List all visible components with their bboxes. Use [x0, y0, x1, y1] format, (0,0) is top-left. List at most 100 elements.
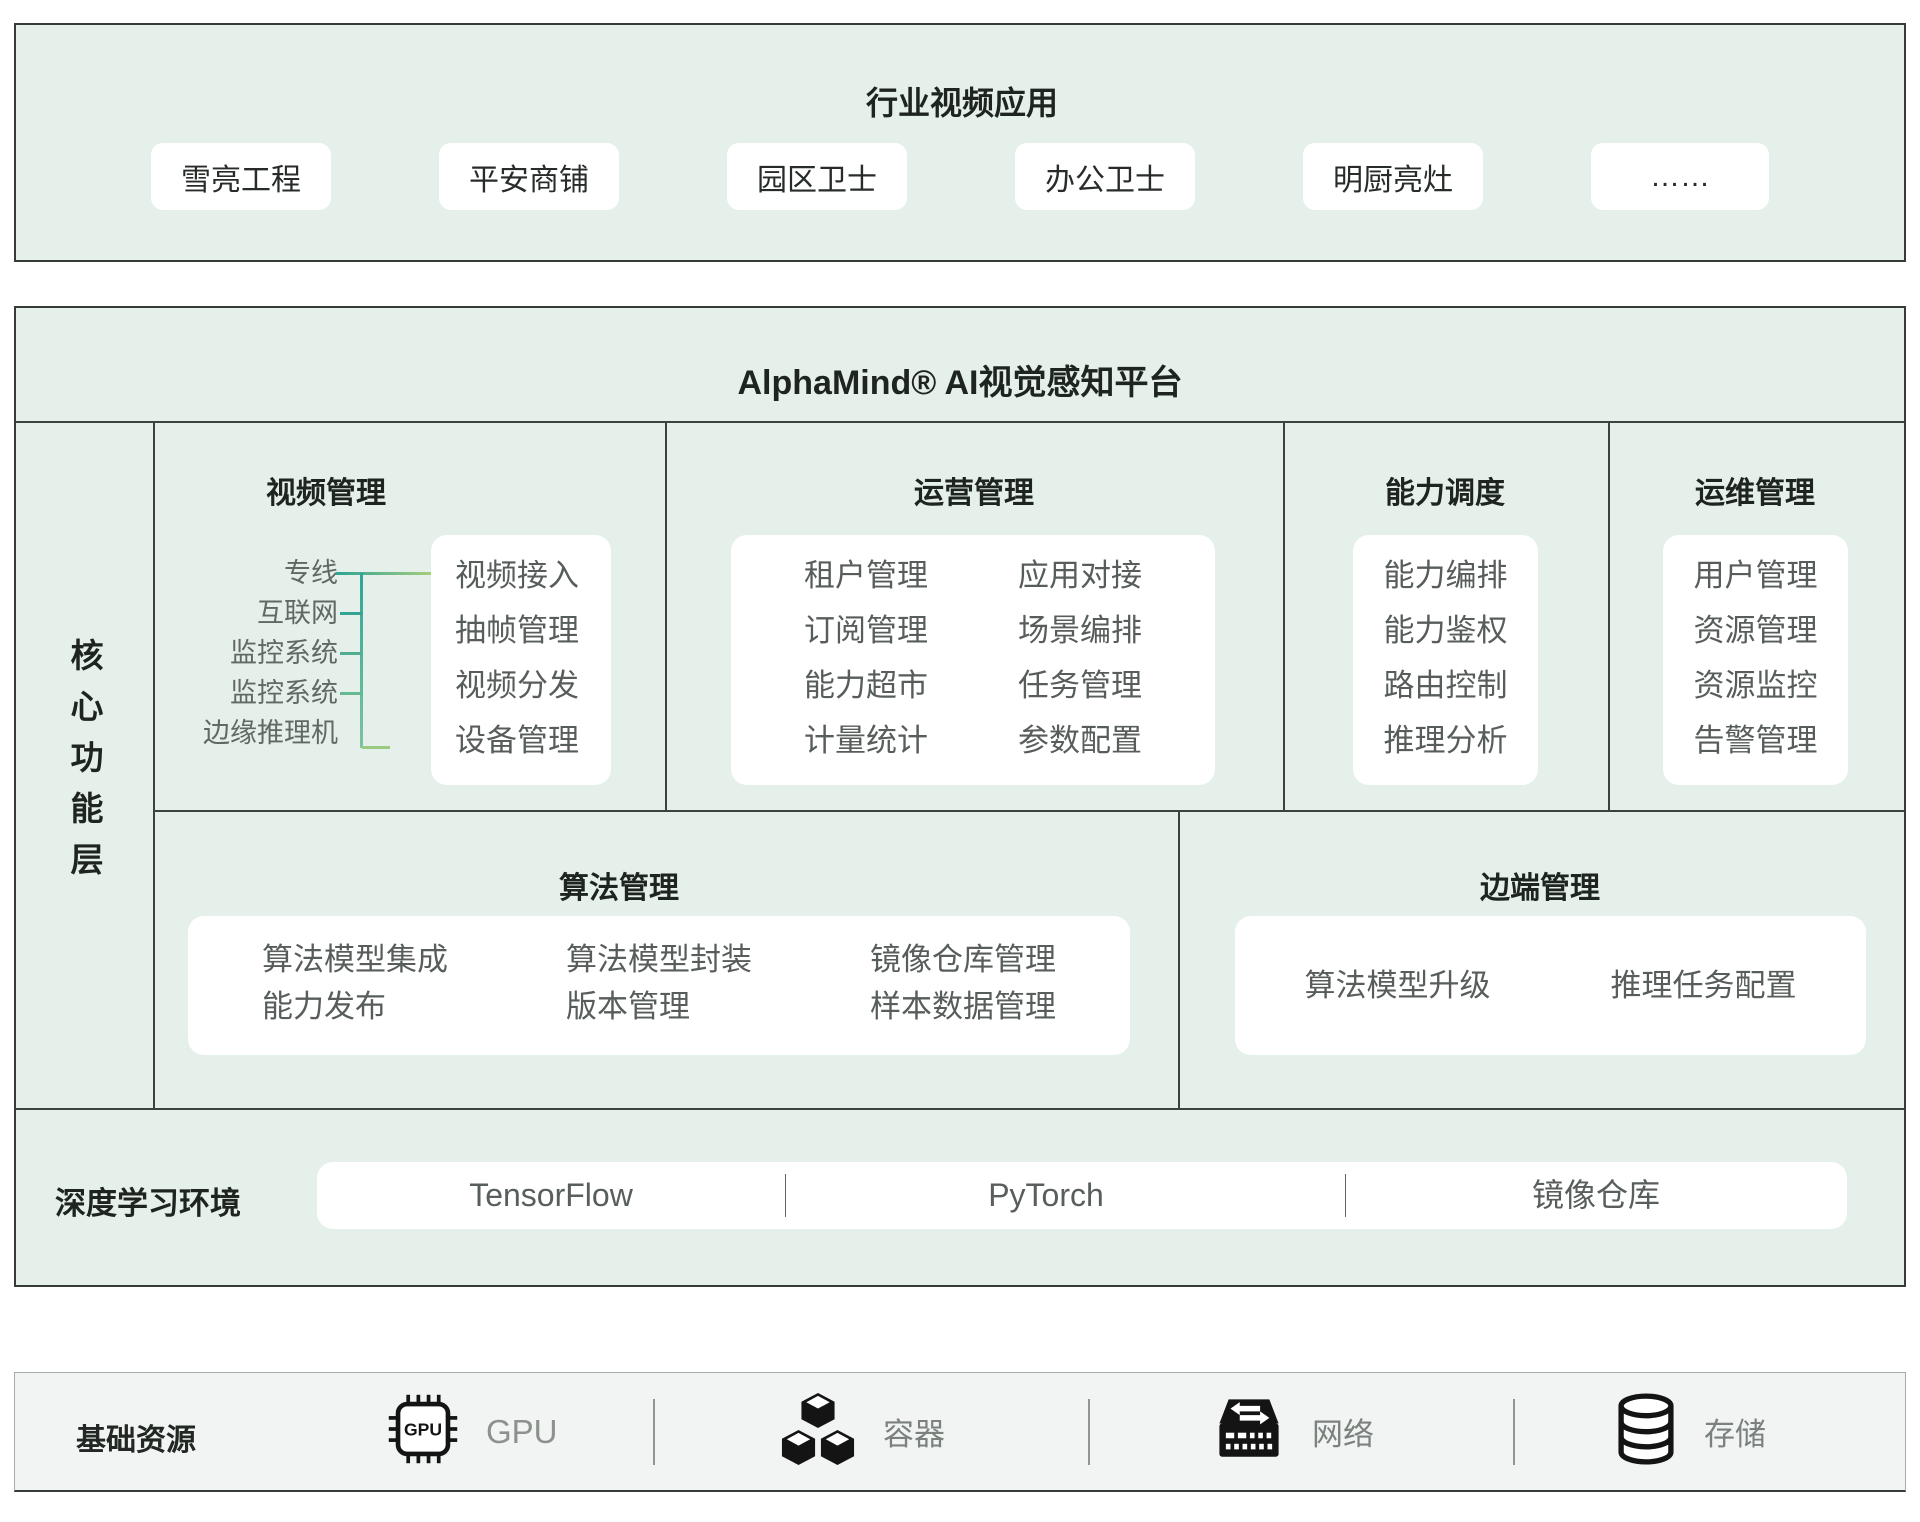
panel-divider-operation-scheduling: [1283, 421, 1285, 810]
network-switch-icon: [1212, 1392, 1286, 1471]
infra-item-container: 容器: [779, 1373, 945, 1490]
core-layer-column: 核心功能层: [16, 421, 153, 1110]
infra-label: 基础资源: [76, 1415, 196, 1459]
algorithm-item: 样本数据管理: [870, 983, 1056, 1030]
platform-section: AlphaMind® AI视觉感知平台 核心功能层 视频管理 专线 互联网 监控…: [14, 306, 1906, 1287]
dl-env-item-pytorch: PyTorch: [988, 1162, 1104, 1229]
operation-item: 参数配置: [1018, 713, 1142, 768]
infra-item-label: 存储: [1704, 1409, 1766, 1454]
video-source-item: 监控系统: [230, 673, 338, 713]
operation-col1: 租户管理 订阅管理 能力超市 计量统计: [804, 548, 928, 785]
operation-item: 订阅管理: [804, 603, 928, 658]
storage-database-icon: [1614, 1393, 1678, 1470]
edge-panel-title: 边端管理: [1480, 863, 1600, 907]
operation-item: 场景编排: [1018, 603, 1142, 658]
infra-item-label: GPU: [486, 1413, 558, 1451]
maintenance-item: 用户管理: [1694, 548, 1818, 603]
core-layer-divider: [153, 421, 155, 1110]
algorithm-col1: 算法模型集成 能力发布: [262, 936, 448, 1055]
algorithm-item: 能力发布: [262, 983, 448, 1030]
gpu-chip-icon-text: GPU: [404, 1419, 442, 1439]
edge-card: 算法模型升级 推理任务配置: [1235, 916, 1866, 1055]
scheduling-item: 能力鉴权: [1384, 603, 1508, 658]
operation-col2: 应用对接 场景编排 任务管理 参数配置: [1018, 548, 1142, 785]
scheduling-item: 能力编排: [1384, 548, 1508, 603]
algorithm-item: 镜像仓库管理: [870, 936, 1056, 983]
infra-divider: [1513, 1399, 1515, 1465]
maintenance-col: 用户管理 资源管理 资源监控 告警管理: [1694, 548, 1818, 785]
maintenance-item: 资源监控: [1694, 658, 1818, 713]
edge-item: 推理任务配置: [1611, 958, 1797, 1013]
dl-env-divider: [785, 1174, 786, 1217]
connector-line: [340, 612, 362, 615]
app-chip-xueliang: 雪亮工程: [151, 143, 331, 210]
maintenance-card: 用户管理 资源管理 资源监控 告警管理: [1663, 535, 1848, 785]
dl-env-pill: TensorFlow PyTorch 镜像仓库: [317, 1162, 1847, 1229]
algorithm-item: 算法模型集成: [262, 936, 448, 983]
infra-item-storage: 存储: [1614, 1373, 1766, 1490]
industry-apps-title: 行业视频应用: [866, 78, 1058, 124]
infra-item-gpu: GPU GPU: [386, 1373, 558, 1490]
video-source-item: 边缘推理机: [203, 713, 338, 753]
operation-item: 任务管理: [1018, 658, 1142, 713]
dl-env-item-tensorflow: TensorFlow: [469, 1162, 633, 1229]
industry-apps-row: 雪亮工程 平安商铺 园区卫士 办公卫士 明厨亮灶 ……: [151, 143, 1769, 210]
platform-title: AlphaMind® AI视觉感知平台: [738, 355, 1183, 404]
title-divider: [16, 421, 1904, 423]
operation-item: 租户管理: [804, 548, 928, 603]
app-chip-mingchu: 明厨亮灶: [1303, 143, 1483, 210]
algorithm-col2: 算法模型封装 版本管理: [566, 936, 752, 1055]
video-source-item: 专线: [284, 553, 338, 593]
scheduling-card: 能力编排 能力鉴权 路由控制 推理分析: [1353, 535, 1538, 785]
app-chip-yuanqu: 园区卫士: [727, 143, 907, 210]
operation-panel-title: 运营管理: [914, 468, 1034, 512]
panel-divider-scheduling-maintenance: [1608, 421, 1610, 810]
app-chip-more: ……: [1591, 143, 1769, 210]
video-function-item: 视频接入: [455, 548, 611, 603]
infra-section: 基础资源 GPU GPU: [14, 1372, 1906, 1492]
scheduling-panel-title: 能力调度: [1385, 468, 1505, 512]
video-functions-card: 视频接入 抽帧管理 视频分发 设备管理: [431, 535, 611, 785]
panel-divider-video-operation: [665, 421, 667, 810]
container-cubes-icon: [779, 1391, 857, 1472]
infra-item-label: 容器: [883, 1409, 945, 1454]
infra-divider: [1088, 1399, 1090, 1465]
dl-env-label: 深度学习环境: [55, 1178, 241, 1223]
algorithm-item: 版本管理: [566, 983, 752, 1030]
algorithm-panel-title: 算法管理: [559, 863, 679, 907]
dl-env-item-registry: 镜像仓库: [1532, 1162, 1660, 1229]
maintenance-panel-title: 运维管理: [1695, 468, 1815, 512]
maintenance-item: 资源管理: [1694, 603, 1818, 658]
algorithm-item: 算法模型封装: [566, 936, 752, 983]
app-chip-bangong: 办公卫士: [1015, 143, 1195, 210]
app-chip-pingan: 平安商铺: [439, 143, 619, 210]
industry-apps-section: 行业视频应用 雪亮工程 平安商铺 园区卫士 办公卫士 明厨亮灶 ……: [14, 23, 1906, 262]
operation-card: 租户管理 订阅管理 能力超市 计量统计 应用对接 场景编排 任务管理 参数配置: [731, 535, 1215, 785]
connector-line: [340, 692, 362, 695]
panel-divider-algorithm-edge: [1178, 810, 1180, 1108]
connector-line: [336, 572, 433, 575]
connector-bracket: [360, 573, 363, 748]
scheduling-item: 路由控制: [1384, 658, 1508, 713]
gpu-chip-icon: GPU: [386, 1392, 460, 1471]
edge-item: 算法模型升级: [1305, 958, 1491, 1013]
video-function-item: 设备管理: [455, 713, 611, 768]
connector-line: [340, 652, 362, 655]
scheduling-col: 能力编排 能力鉴权 路由控制 推理分析: [1384, 548, 1508, 785]
dl-row-divider: [16, 1108, 1904, 1110]
operation-item: 能力超市: [804, 658, 928, 713]
connector-line: [362, 746, 390, 749]
algorithm-card: 算法模型集成 能力发布 算法模型封装 版本管理 镜像仓库管理 样本数据管理: [188, 916, 1130, 1055]
operation-item: 应用对接: [1018, 548, 1142, 603]
algorithm-col3: 镜像仓库管理 样本数据管理: [870, 936, 1056, 1055]
operation-item: 计量统计: [804, 713, 928, 768]
video-panel-title: 视频管理: [266, 468, 386, 512]
core-layer-label: 核心功能层: [68, 638, 101, 893]
infra-item-network: 网络: [1212, 1373, 1374, 1490]
video-source-list: 专线 互联网 监控系统 监控系统 边缘推理机: [166, 553, 338, 753]
architecture-diagram: 行业视频应用 雪亮工程 平安商铺 园区卫士 办公卫士 明厨亮灶 …… Alpha…: [0, 0, 1920, 1522]
video-source-item: 互联网: [257, 593, 338, 633]
dl-env-divider: [1345, 1174, 1346, 1217]
maintenance-item: 告警管理: [1694, 713, 1818, 768]
infra-divider: [653, 1399, 655, 1465]
